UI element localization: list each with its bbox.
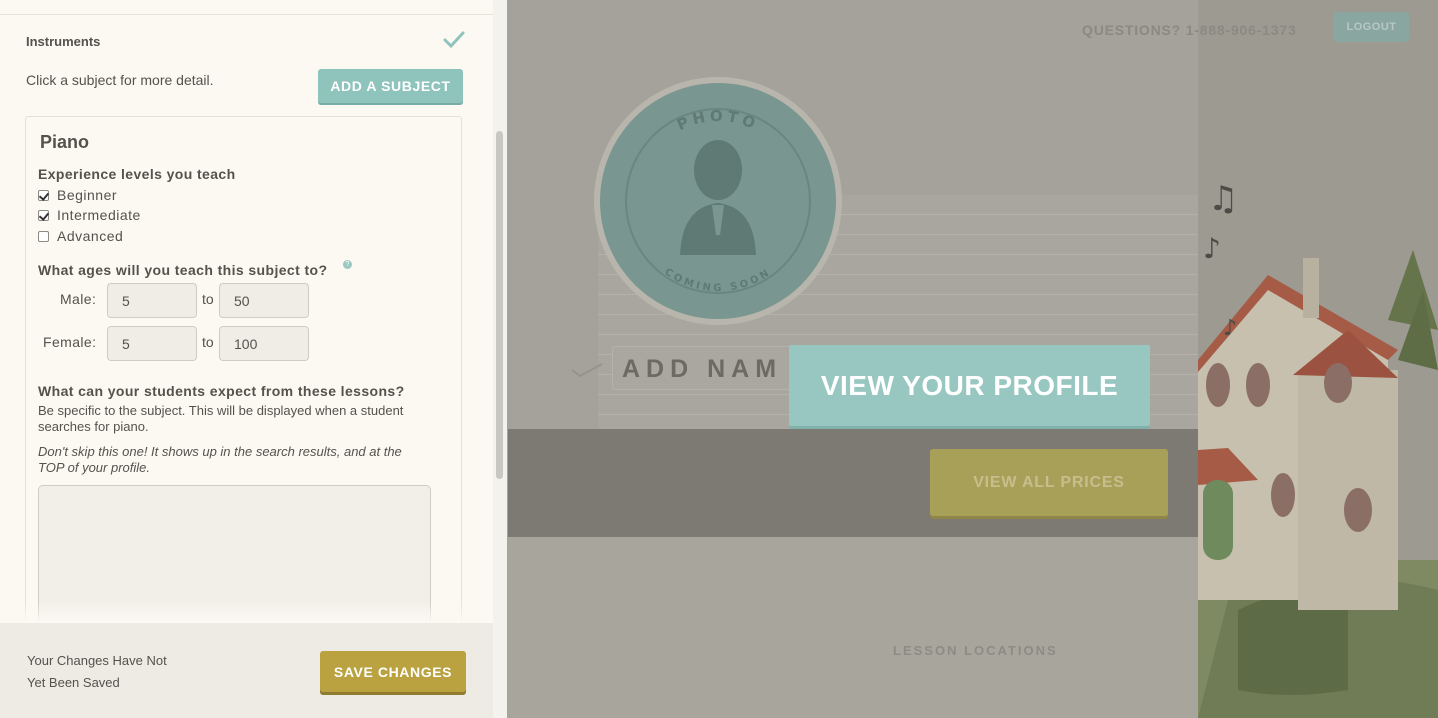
unsaved-status-line-2: Yet Been Saved	[27, 675, 120, 690]
level-advanced-row[interactable]: Advanced	[38, 227, 123, 245]
male-age-to-input[interactable]	[219, 283, 309, 318]
level-beginner-row[interactable]: Beginner	[38, 186, 117, 204]
female-age-to-input[interactable]	[219, 326, 309, 361]
svg-text:♪: ♪	[1203, 232, 1221, 265]
lesson-locations-heading: LESSON LOCATIONS	[893, 643, 1058, 658]
help-icon[interactable]: ?	[343, 260, 352, 269]
name-check-icon	[571, 363, 603, 378]
female-label: Female:	[43, 334, 97, 350]
view-your-profile-button[interactable]: VIEW YOUR PROFILE	[789, 345, 1150, 426]
logout-button[interactable]: LOGOUT	[1334, 12, 1409, 42]
add-subject-button[interactable]: ADD A SUBJECT	[318, 69, 463, 103]
view-all-prices-button[interactable]: VIEW ALL PRICES	[930, 449, 1168, 516]
expect-note-2: TOP of your profile.	[38, 460, 150, 475]
svg-text:♫: ♫	[1208, 179, 1238, 219]
male-to-label: to	[202, 291, 214, 307]
expect-description-2: searches for piano.	[38, 419, 149, 434]
expect-description-1: Be specific to the subject. This will be…	[38, 403, 404, 418]
support-phone: QUESTIONS? 1-888-906-1373	[1082, 22, 1297, 38]
preview-lower-area	[508, 537, 1198, 718]
level-intermediate-checkbox[interactable]	[38, 209, 49, 221]
experience-heading: Experience levels you teach	[38, 166, 236, 182]
level-beginner-checkbox[interactable]	[38, 189, 49, 201]
male-label: Male:	[60, 291, 97, 307]
ages-heading: What ages will you teach this subject to…	[38, 262, 328, 278]
expect-note-1: Don't skip this one! It shows up in the …	[38, 444, 402, 459]
expect-heading: What can your students expect from these…	[38, 383, 405, 399]
level-intermediate-label: Intermediate	[57, 207, 141, 223]
level-beginner-label: Beginner	[57, 187, 118, 203]
unsaved-status-line-1: Your Changes Have Not	[27, 653, 167, 668]
profile-preview: ♫ ♪ ♪ QUESTIONS? 1-888-906-1373 LOGOUT P…	[508, 0, 1438, 718]
profile-photo-placeholder[interactable]: PHOTO COMING SOON	[592, 75, 844, 327]
male-age-from-input[interactable]	[107, 283, 197, 318]
editor-scrollbar-thumb[interactable]	[496, 131, 503, 479]
subject-name[interactable]: Piano	[40, 132, 89, 153]
subject-hint: Click a subject for more detail.	[26, 72, 214, 88]
level-intermediate-row[interactable]: Intermediate	[38, 206, 141, 224]
svg-text:♪: ♪	[1223, 316, 1237, 341]
add-name-label: ADD NAM	[622, 355, 783, 383]
save-changes-button[interactable]: SAVE CHANGES	[320, 651, 466, 692]
profile-editor-panel: Instruments Click a subject for more det…	[0, 0, 507, 718]
female-to-label: to	[202, 334, 214, 350]
level-advanced-label: Advanced	[57, 228, 124, 244]
section-title: Instruments	[26, 34, 101, 49]
house-illustration: ♫ ♪ ♪	[1198, 0, 1438, 718]
checkmark-icon	[443, 31, 465, 49]
level-advanced-checkbox[interactable]	[38, 230, 49, 242]
top-divider	[0, 0, 493, 15]
female-age-from-input[interactable]	[107, 326, 197, 361]
